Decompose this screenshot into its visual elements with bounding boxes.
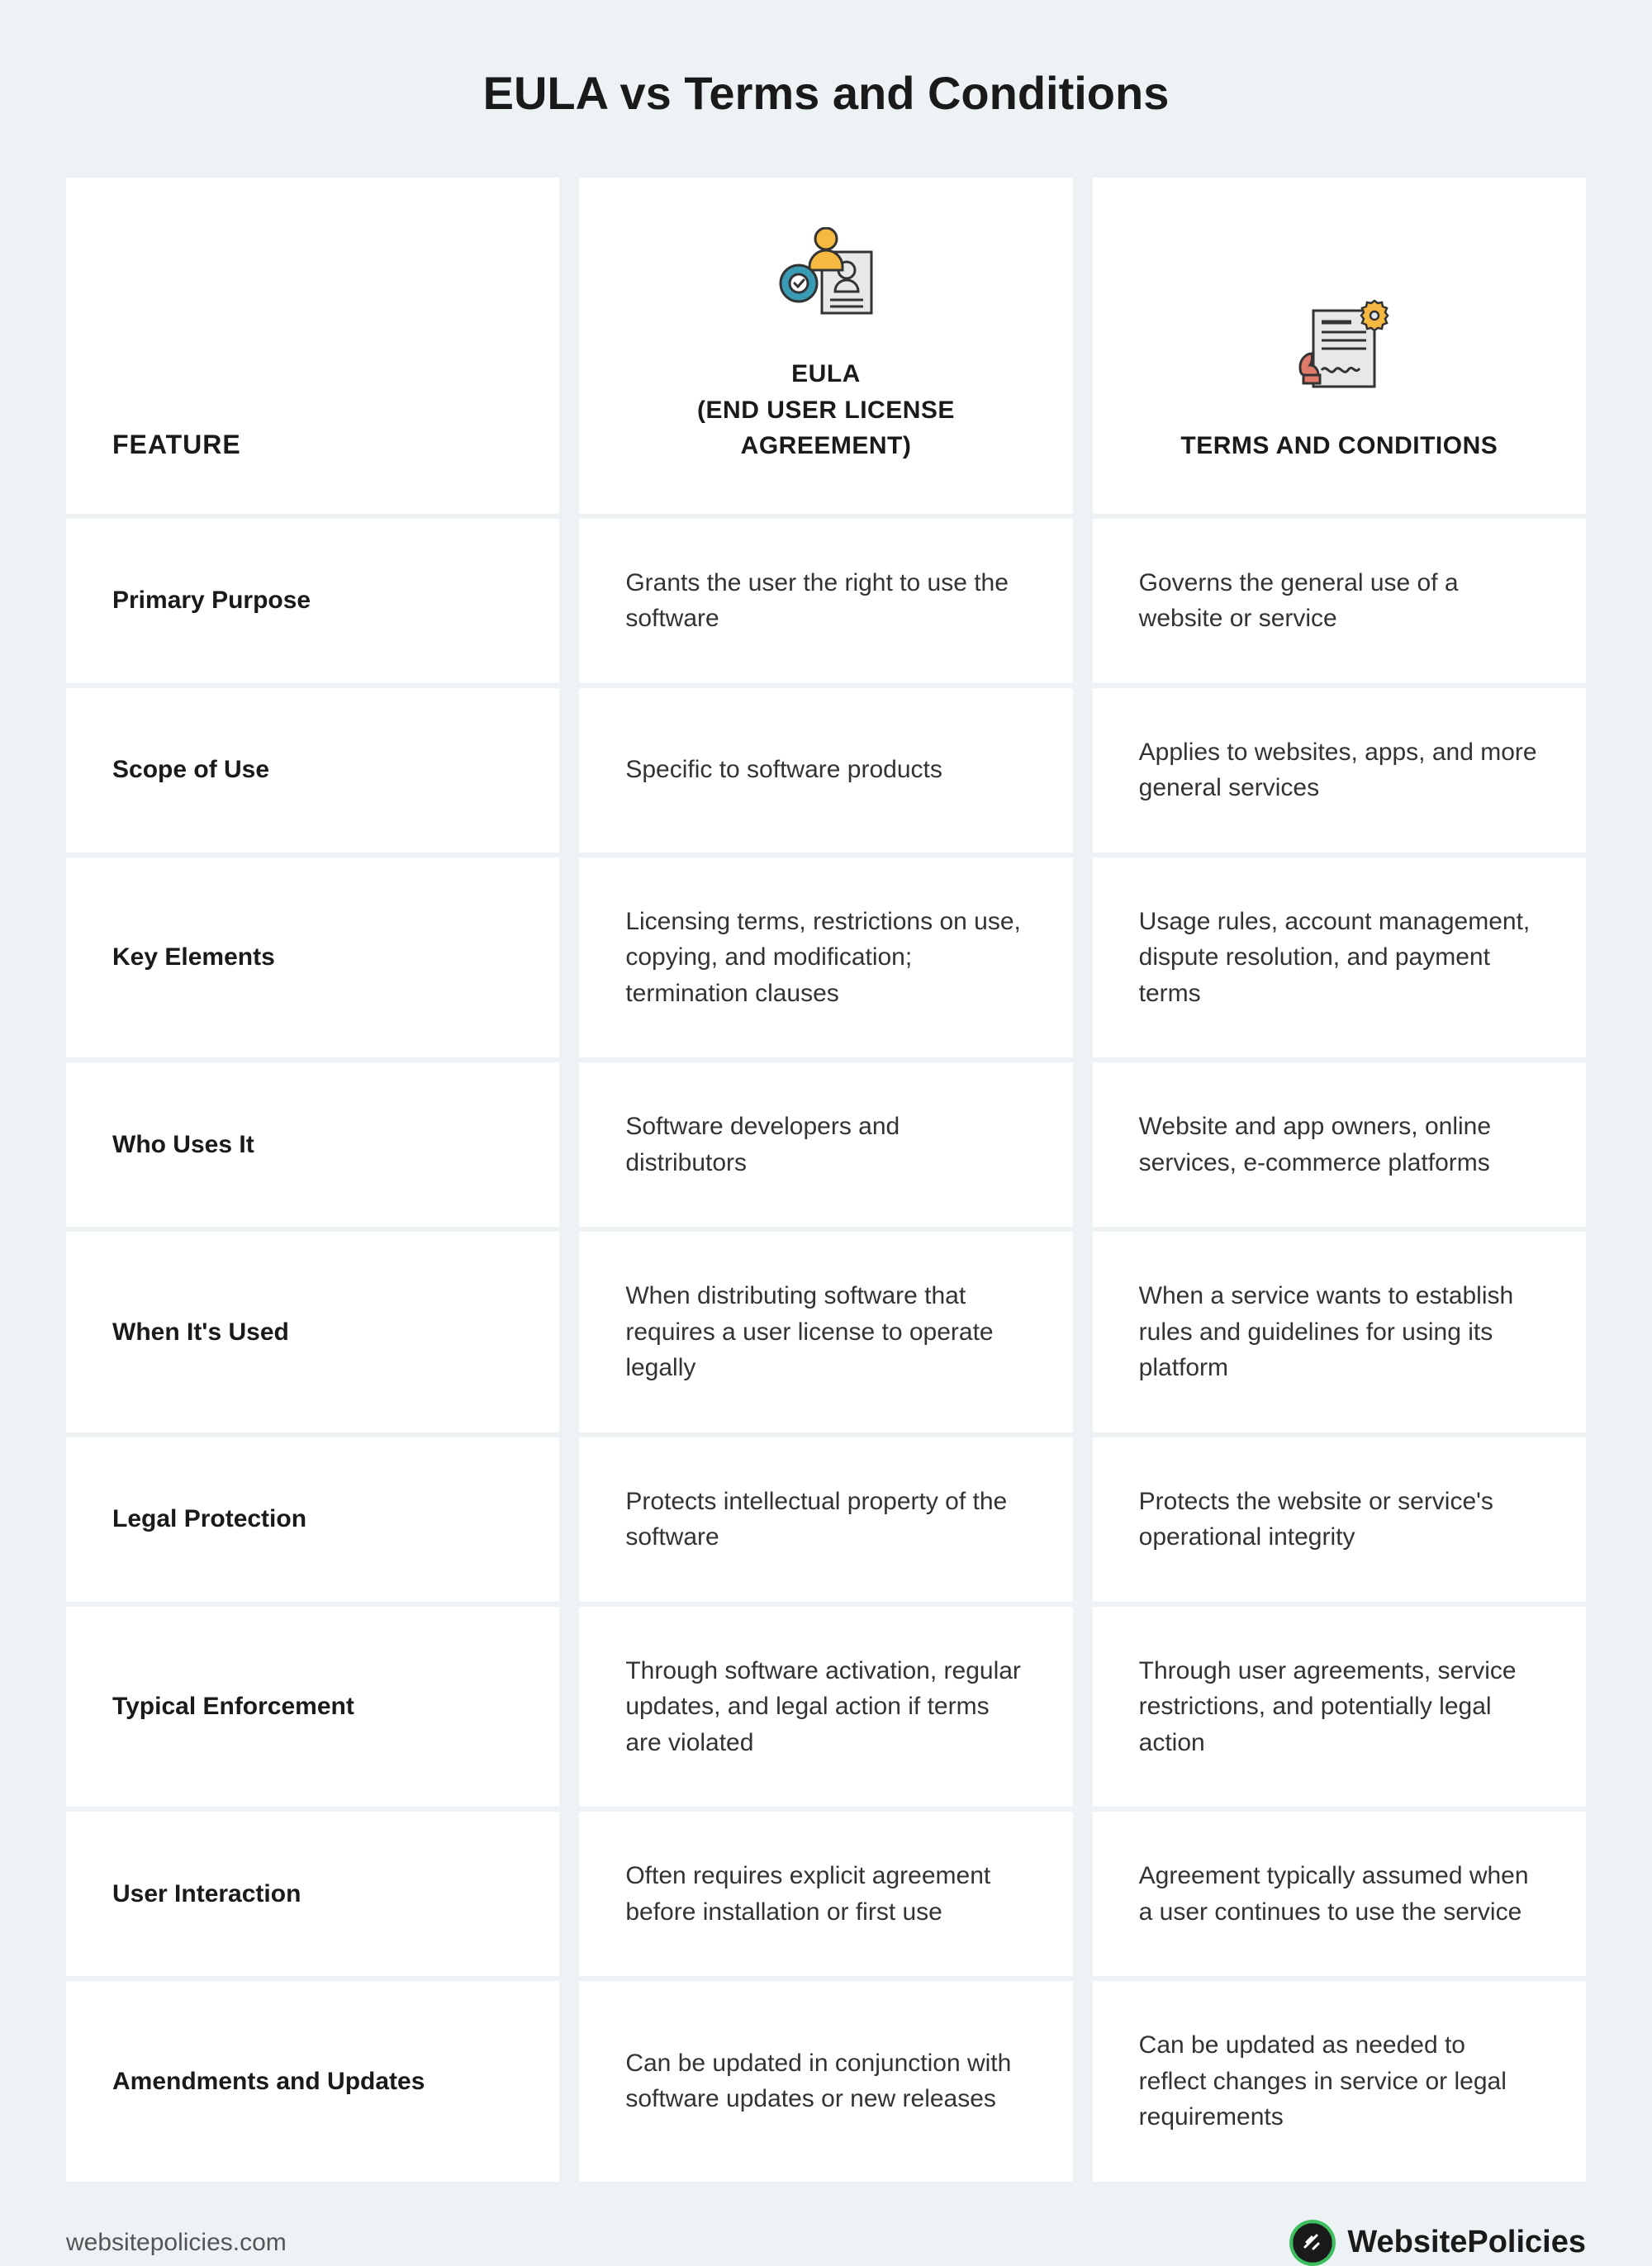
row-terms: Agreement typically assumed when a user … xyxy=(1093,1812,1586,1976)
row-feature: Who Uses It xyxy=(66,1062,559,1227)
row-feature: Primary Purpose xyxy=(66,519,559,683)
row-terms: Can be updated as needed to reflect chan… xyxy=(1093,1981,1586,2182)
row-terms: Applies to websites, apps, and more gene… xyxy=(1093,688,1586,853)
table-header-row: FEATURE xyxy=(66,178,1586,514)
row-eula: Specific to software products xyxy=(579,688,1072,853)
table-row: Key Elements Licensing terms, restrictio… xyxy=(66,857,1586,1058)
header-eula-line1: EULA xyxy=(625,356,1026,392)
table-row: Typical Enforcement Through software act… xyxy=(66,1607,1586,1808)
table-row: Who Uses It Software developers and dist… xyxy=(66,1062,1586,1227)
brand-logo-icon xyxy=(1289,2220,1336,2266)
row-eula: Protects intellectual property of the so… xyxy=(579,1437,1072,1602)
header-eula-line2: (END USER LICENSE AGREEMENT) xyxy=(625,392,1026,464)
row-eula: When distributing software that requires… xyxy=(579,1232,1072,1432)
row-feature: Typical Enforcement xyxy=(66,1607,559,1808)
terms-document-icon xyxy=(1285,299,1393,398)
brand-name: WebsitePolicies xyxy=(1347,2225,1586,2260)
row-feature: Legal Protection xyxy=(66,1437,559,1602)
row-terms: Website and app owners, online services,… xyxy=(1093,1062,1586,1227)
footer-url: websitepolicies.com xyxy=(66,2229,287,2257)
row-feature: Key Elements xyxy=(66,857,559,1058)
footer: websitepolicies.com WebsitePolicies xyxy=(66,2187,1586,2266)
table-row: User Interaction Often requires explicit… xyxy=(66,1812,1586,1976)
table-row: Primary Purpose Grants the user the righ… xyxy=(66,519,1586,683)
header-terms: TERMS AND CONDITIONS xyxy=(1093,178,1586,514)
row-terms: Governs the general use of a website or … xyxy=(1093,519,1586,683)
comparison-table: FEATURE xyxy=(66,178,1586,2187)
brand: WebsitePolicies xyxy=(1289,2220,1586,2266)
row-eula: Grants the user the right to use the sof… xyxy=(579,519,1072,683)
row-eula: Licensing terms, restrictions on use, co… xyxy=(579,857,1072,1058)
header-eula: EULA (END USER LICENSE AGREEMENT) xyxy=(579,178,1072,514)
row-terms: When a service wants to establish rules … xyxy=(1093,1232,1586,1432)
row-feature: User Interaction xyxy=(66,1812,559,1976)
row-feature: Scope of Use xyxy=(66,688,559,853)
header-feature: FEATURE xyxy=(66,178,559,514)
page-title: EULA vs Terms and Conditions xyxy=(66,66,1586,120)
eula-user-license-icon xyxy=(772,227,880,326)
table-row: Amendments and Updates Can be updated in… xyxy=(66,1981,1586,2182)
header-terms-label: TERMS AND CONDITIONS xyxy=(1180,428,1498,464)
row-eula: Through software activation, regular upd… xyxy=(579,1607,1072,1808)
table-row: Scope of Use Specific to software produc… xyxy=(66,688,1586,853)
row-eula: Can be updated in conjunction with softw… xyxy=(579,1981,1072,2182)
table-row: When It's Used When distributing softwar… xyxy=(66,1232,1586,1432)
row-feature: Amendments and Updates xyxy=(66,1981,559,2182)
row-terms: Through user agreements, service restric… xyxy=(1093,1607,1586,1808)
table-row: Legal Protection Protects intellectual p… xyxy=(66,1437,1586,1602)
row-terms: Protects the website or service's operat… xyxy=(1093,1437,1586,1602)
row-feature: When It's Used xyxy=(66,1232,559,1432)
row-eula: Often requires explicit agreement before… xyxy=(579,1812,1072,1976)
row-terms: Usage rules, account management, dispute… xyxy=(1093,857,1586,1058)
row-eula: Software developers and distributors xyxy=(579,1062,1072,1227)
